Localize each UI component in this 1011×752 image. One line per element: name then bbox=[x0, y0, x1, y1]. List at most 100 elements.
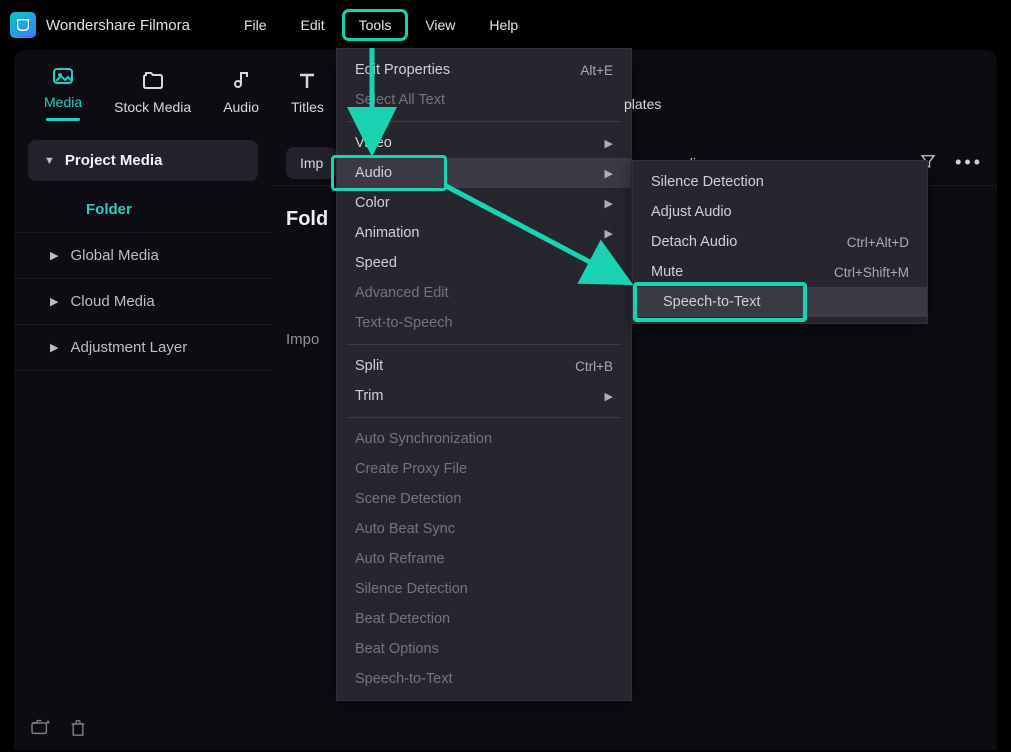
sidebar-project-media[interactable]: ▼ Project Media bbox=[28, 140, 258, 181]
tab-titles-label: Titles bbox=[291, 99, 324, 115]
dd-scene-detection: Scene Detection bbox=[337, 484, 631, 514]
dd-label: Text-to-Speech bbox=[355, 315, 453, 331]
more-icon[interactable]: ••• bbox=[955, 152, 983, 173]
titlebar: Wondershare Filmora File Edit Tools View… bbox=[0, 0, 1011, 50]
audio-submenu: Silence Detection Adjust Audio Detach Au… bbox=[632, 160, 928, 324]
dd-split[interactable]: Split Ctrl+B bbox=[337, 351, 631, 381]
chevron-right-icon: ▶ bbox=[605, 167, 613, 180]
chevron-right-icon: ▶ bbox=[50, 341, 58, 354]
dd-shortcut: Alt+E bbox=[580, 63, 613, 78]
dd-separator bbox=[347, 344, 621, 345]
dd-advanced-edit: Advanced Edit bbox=[337, 278, 631, 308]
media-icon bbox=[50, 64, 76, 88]
sub-adjust-audio[interactable]: Adjust Audio bbox=[633, 197, 927, 227]
menubar: File Edit Tools View Help bbox=[230, 12, 532, 38]
bottom-icons bbox=[30, 719, 86, 742]
dd-label: Detach Audio bbox=[651, 234, 737, 250]
stock-media-icon bbox=[140, 69, 166, 93]
menu-view[interactable]: View bbox=[411, 12, 469, 38]
dd-auto-sync: Auto Synchronization bbox=[337, 424, 631, 454]
dd-label: Select All Text bbox=[355, 92, 445, 108]
dd-label: Auto Synchronization bbox=[355, 431, 492, 447]
dd-color[interactable]: Color ▶ bbox=[337, 188, 631, 218]
sidebar-adjustment-layer[interactable]: ▶ Adjustment Layer bbox=[14, 324, 272, 371]
dd-label: Trim bbox=[355, 388, 383, 404]
menu-edit[interactable]: Edit bbox=[287, 12, 339, 38]
sub-speech-to-text[interactable]: Speech-to-Text bbox=[633, 287, 927, 317]
sidebar-row-label: Cloud Media bbox=[70, 293, 154, 310]
sidebar: ▼ Project Media Folder ▶ Global Media ▶ … bbox=[14, 140, 272, 750]
trash-icon[interactable] bbox=[70, 719, 86, 742]
titles-icon bbox=[294, 69, 320, 93]
chevron-right-icon: ▶ bbox=[605, 227, 613, 240]
dd-silence-detection: Silence Detection bbox=[337, 574, 631, 604]
dd-speech-to-text: Speech-to-Text bbox=[337, 664, 631, 694]
dd-shortcut: Ctrl+Shift+M bbox=[834, 265, 909, 280]
dd-label: Auto Beat Sync bbox=[355, 521, 455, 537]
tab-media[interactable]: Media bbox=[44, 64, 82, 127]
plus-folder-icon[interactable] bbox=[30, 719, 50, 742]
sub-detach-audio[interactable]: Detach Audio Ctrl+Alt+D bbox=[633, 227, 927, 257]
dd-shortcut: Ctrl+Alt+D bbox=[847, 235, 909, 250]
dd-text-to-speech: Text-to-Speech bbox=[337, 308, 631, 338]
chevron-right-icon: ▶ bbox=[605, 137, 613, 150]
tab-templates-fragment[interactable]: plates bbox=[624, 96, 661, 112]
dd-separator bbox=[347, 121, 621, 122]
tab-audio[interactable]: Audio bbox=[223, 69, 259, 121]
dd-label: Speed bbox=[355, 255, 397, 271]
dd-label: Animation bbox=[355, 225, 419, 241]
chevron-right-icon: ▶ bbox=[605, 257, 613, 270]
sidebar-row-label: Adjustment Layer bbox=[70, 339, 187, 356]
tab-audio-label: Audio bbox=[223, 99, 259, 115]
dd-separator bbox=[347, 417, 621, 418]
dd-label: Beat Options bbox=[355, 641, 439, 657]
dd-label: Beat Detection bbox=[355, 611, 450, 627]
dd-label: Speech-to-Text bbox=[355, 671, 453, 687]
sidebar-global-media[interactable]: ▶ Global Media bbox=[14, 232, 272, 278]
app-logo bbox=[10, 12, 36, 38]
dd-auto-beat-sync: Auto Beat Sync bbox=[337, 514, 631, 544]
dd-label: Silence Detection bbox=[651, 174, 764, 190]
tab-media-label: Media bbox=[44, 94, 82, 110]
dd-select-all-text: Select All Text bbox=[337, 85, 631, 115]
dd-label: Split bbox=[355, 358, 383, 374]
dd-create-proxy: Create Proxy File bbox=[337, 454, 631, 484]
sidebar-header-label: Project Media bbox=[65, 152, 163, 169]
dd-animation[interactable]: Animation ▶ bbox=[337, 218, 631, 248]
dd-beat-detection: Beat Detection bbox=[337, 604, 631, 634]
sidebar-row-label: Global Media bbox=[70, 247, 158, 264]
caret-down-icon: ▼ bbox=[44, 155, 55, 167]
dd-beat-options: Beat Options bbox=[337, 634, 631, 664]
dd-edit-properties[interactable]: Edit Properties Alt+E bbox=[337, 55, 631, 85]
audio-icon bbox=[228, 69, 254, 93]
chevron-right-icon: ▶ bbox=[605, 197, 613, 210]
dd-label: Color bbox=[355, 195, 390, 211]
dd-speed[interactable]: Speed ▶ bbox=[337, 248, 631, 278]
tab-stock-media-label: Stock Media bbox=[114, 99, 191, 115]
menu-help[interactable]: Help bbox=[475, 12, 532, 38]
dd-shortcut: Ctrl+B bbox=[575, 359, 613, 374]
dd-auto-reframe: Auto Reframe bbox=[337, 544, 631, 574]
dd-label: Audio bbox=[355, 165, 392, 181]
dd-label: Edit Properties bbox=[355, 62, 450, 78]
dd-label: Silence Detection bbox=[355, 581, 468, 597]
dd-trim[interactable]: Trim ▶ bbox=[337, 381, 631, 411]
menu-tools[interactable]: Tools bbox=[345, 12, 406, 38]
crumb-fragment-left[interactable]: Imp bbox=[286, 147, 337, 179]
dd-label: Adjust Audio bbox=[651, 204, 732, 220]
menu-file[interactable]: File bbox=[230, 12, 281, 38]
dd-label: Scene Detection bbox=[355, 491, 461, 507]
dd-video[interactable]: Video ▶ bbox=[337, 128, 631, 158]
dd-label: Advanced Edit bbox=[355, 285, 449, 301]
sidebar-cloud-media[interactable]: ▶ Cloud Media bbox=[14, 278, 272, 324]
tools-dropdown: Edit Properties Alt+E Select All Text Vi… bbox=[336, 48, 632, 701]
dd-label: Auto Reframe bbox=[355, 551, 444, 567]
tab-titles[interactable]: Titles bbox=[291, 69, 324, 121]
sidebar-folder[interactable]: Folder bbox=[14, 187, 272, 232]
dd-label: Video bbox=[355, 135, 392, 151]
dd-audio[interactable]: Audio ▶ bbox=[337, 158, 631, 188]
sub-mute[interactable]: Mute Ctrl+Shift+M bbox=[633, 257, 927, 287]
dd-label: Create Proxy File bbox=[355, 461, 467, 477]
sub-silence-detection[interactable]: Silence Detection bbox=[633, 167, 927, 197]
tab-stock-media[interactable]: Stock Media bbox=[114, 69, 191, 121]
